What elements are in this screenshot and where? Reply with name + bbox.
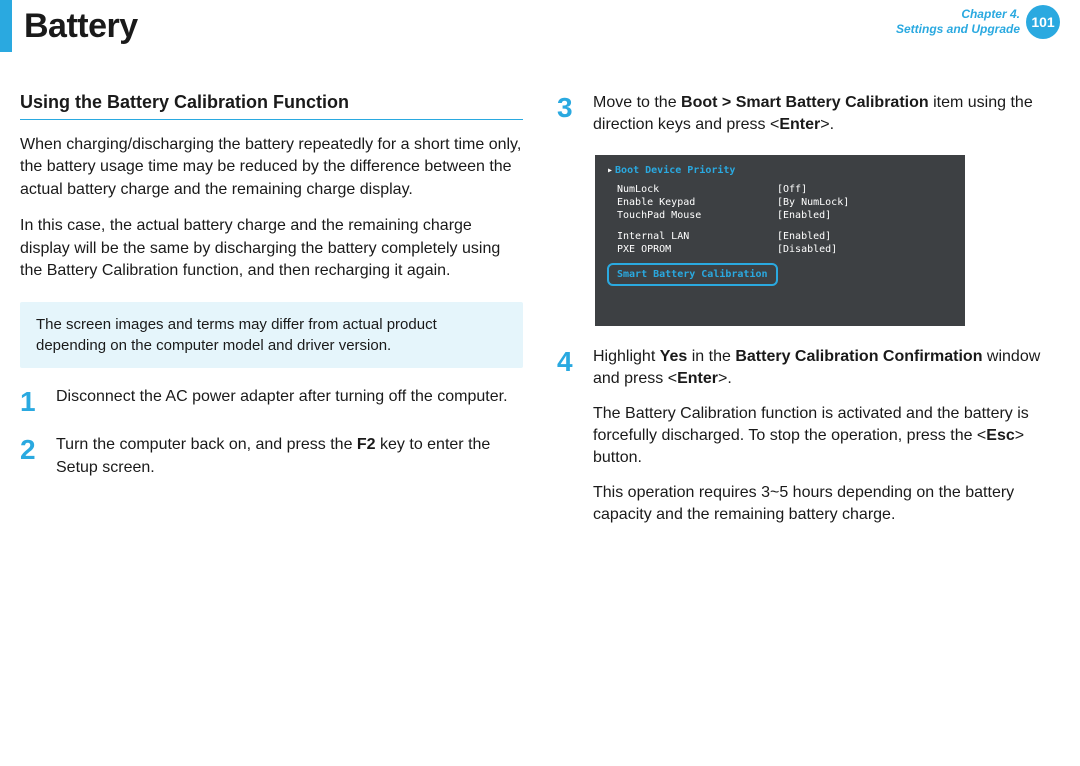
- right-column: 3 Move to the Boot > Smart Battery Calib…: [557, 92, 1060, 545]
- triangle-icon: ▸: [607, 165, 613, 176]
- text-run: Highlight: [593, 348, 660, 365]
- spacer: [607, 223, 953, 231]
- step-number: 3: [557, 92, 581, 122]
- text-run: The Battery Calibration function is acti…: [593, 405, 1029, 444]
- text-run: Turn the computer back on, and press the: [56, 436, 357, 453]
- section-heading: Using the Battery Calibration Function: [20, 92, 523, 120]
- step-3: 3 Move to the Boot > Smart Battery Calib…: [557, 92, 1060, 137]
- document-page: Battery Chapter 4. Settings and Upgrade …: [0, 0, 1080, 766]
- step-body: Move to the Boot > Smart Battery Calibra…: [593, 92, 1060, 137]
- left-column: Using the Battery Calibration Function W…: [20, 92, 523, 545]
- step-body: Highlight Yes in the Battery Calibration…: [593, 346, 1060, 527]
- bios-screenshot: ▸Boot Device Priority NumLock[Off] Enabl…: [595, 155, 965, 326]
- bios-menu-header: ▸Boot Device Priority: [607, 165, 953, 176]
- page-header: Battery Chapter 4. Settings and Upgrade …: [20, 0, 1060, 52]
- key-name: Enter: [779, 116, 820, 133]
- step-2: 2 Turn the computer back on, and press t…: [20, 434, 523, 479]
- step-2-text: Turn the computer back on, and press the…: [56, 434, 523, 479]
- window-name: Battery Calibration Confirmation: [735, 348, 982, 365]
- content-columns: Using the Battery Calibration Function W…: [20, 92, 1060, 545]
- step-4: 4 Highlight Yes in the Battery Calibrati…: [557, 346, 1060, 527]
- step-1-text: Disconnect the AC power adapter after tu…: [56, 386, 523, 408]
- bios-key: NumLock: [607, 184, 777, 195]
- bios-row: TouchPad Mouse[Enabled]: [607, 210, 953, 221]
- step-body: Disconnect the AC power adapter after tu…: [56, 386, 523, 408]
- bios-row: NumLock[Off]: [607, 184, 953, 195]
- text-run: Move to the: [593, 94, 681, 111]
- step-number: 1: [20, 386, 44, 416]
- text-run: >.: [820, 116, 834, 133]
- bios-value: [Enabled]: [777, 210, 831, 221]
- text-run: >.: [718, 370, 732, 387]
- key-name: F2: [357, 436, 376, 453]
- header-right: Chapter 4. Settings and Upgrade 101: [896, 0, 1060, 44]
- bios-key: TouchPad Mouse: [607, 210, 777, 221]
- bios-value: [Enabled]: [777, 231, 831, 242]
- note-box: The screen images and terms may differ f…: [20, 302, 523, 368]
- bios-key: PXE OPROM: [607, 244, 777, 255]
- bios-key: Internal LAN: [607, 231, 777, 242]
- step-1: 1 Disconnect the AC power adapter after …: [20, 386, 523, 416]
- bios-highlighted-item: Smart Battery Calibration: [607, 263, 778, 286]
- bios-row: Internal LAN[Enabled]: [607, 231, 953, 242]
- step-4-text-3: This operation requires 3~5 hours depend…: [593, 482, 1060, 527]
- bios-key: Enable Keypad: [607, 197, 777, 208]
- option-name: Yes: [660, 348, 688, 365]
- step-number: 2: [20, 434, 44, 464]
- step-4-text-1: Highlight Yes in the Battery Calibration…: [593, 346, 1060, 391]
- page-number-badge: 101: [1026, 5, 1060, 39]
- step-number: 4: [557, 346, 581, 376]
- chapter-line-2: Settings and Upgrade: [896, 22, 1020, 37]
- step-3-text: Move to the Boot > Smart Battery Calibra…: [593, 92, 1060, 137]
- key-name: Enter: [677, 370, 718, 387]
- chapter-label: Chapter 4. Settings and Upgrade: [896, 7, 1020, 37]
- bios-value: [By NumLock]: [777, 197, 849, 208]
- step-body: Turn the computer back on, and press the…: [56, 434, 523, 479]
- text-run: in the: [687, 348, 735, 365]
- bios-row: PXE OPROM[Disabled]: [607, 244, 953, 255]
- chapter-line-1: Chapter 4.: [896, 7, 1020, 22]
- header-accent-bar: [0, 0, 12, 52]
- intro-paragraph-2: In this case, the actual battery charge …: [20, 215, 523, 282]
- bios-row: Enable Keypad[By NumLock]: [607, 197, 953, 208]
- step-4-text-2: The Battery Calibration function is acti…: [593, 403, 1060, 470]
- bios-header-text: Boot Device Priority: [615, 165, 735, 176]
- menu-path: Boot > Smart Battery Calibration: [681, 94, 929, 111]
- bios-value: [Disabled]: [777, 244, 837, 255]
- intro-paragraph-1: When charging/discharging the battery re…: [20, 134, 523, 201]
- key-name: Esc: [986, 427, 1014, 444]
- bios-value: [Off]: [777, 184, 807, 195]
